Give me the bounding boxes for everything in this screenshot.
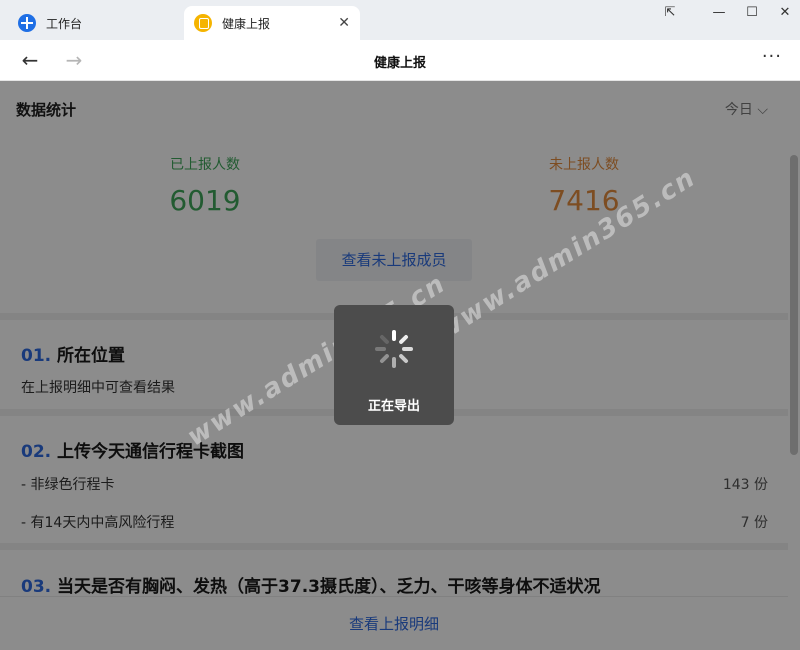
tab-label: 工作台 [46, 16, 83, 31]
minimize-icon[interactable]: — [706, 4, 732, 22]
close-tab-icon[interactable]: ✕ [338, 15, 350, 31]
more-options-icon[interactable]: ··· [762, 46, 782, 67]
title-bar: 工作台 健康上报 ✕ ⇱ — ☐ ✕ [0, 0, 800, 40]
tab-label: 健康上报 [222, 16, 271, 31]
health-report-icon [194, 14, 212, 32]
loading-spinner-icon [374, 329, 414, 369]
close-window-icon[interactable]: ✕ [772, 4, 798, 22]
tab-workbench[interactable]: 工作台 [8, 6, 182, 40]
watermark: www.admin365.cn [432, 162, 702, 347]
restore-icon[interactable]: ⇱ [657, 4, 683, 22]
exporting-toast: 正在导出 [334, 305, 454, 425]
page-title: 健康上报 [373, 56, 426, 71]
navigation-bar: ← → 健康上报 ··· [0, 40, 800, 81]
toast-message: 正在导出 [367, 399, 420, 414]
workbench-icon [18, 14, 36, 32]
maximize-icon[interactable]: ☐ [739, 4, 765, 22]
tab-health-report[interactable]: 健康上报 ✕ [184, 6, 360, 40]
